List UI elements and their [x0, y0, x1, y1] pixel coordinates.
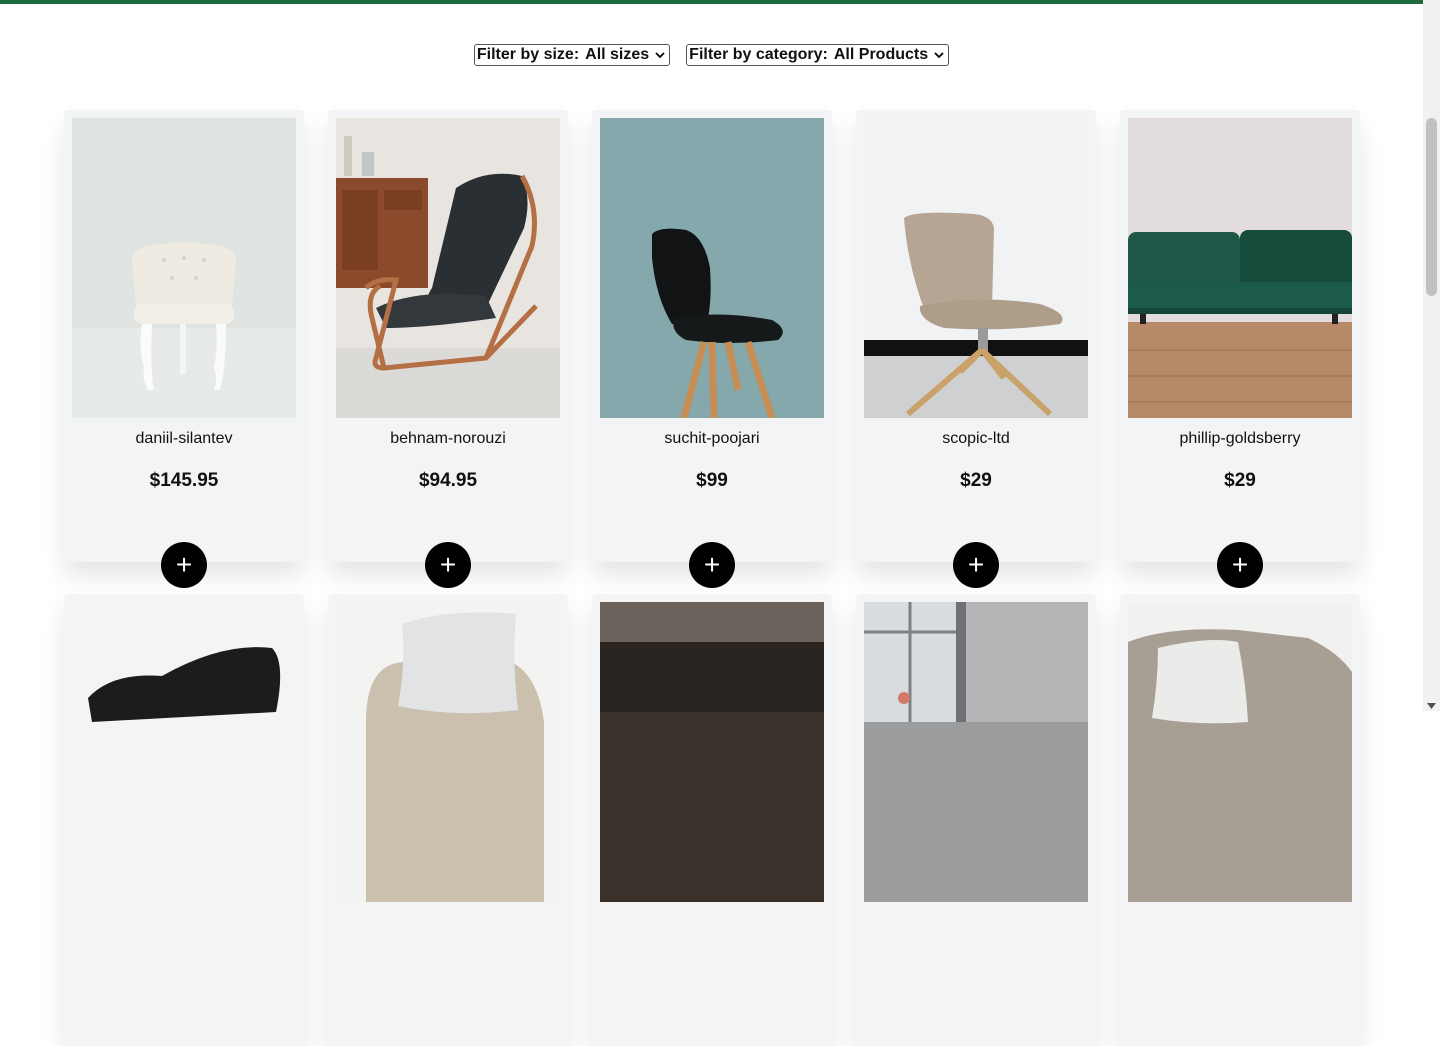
add-to-cart-button[interactable]: +: [953, 542, 999, 588]
add-to-cart-button[interactable]: +: [161, 542, 207, 588]
product-card[interactable]: suchit-poojari $99 +: [592, 110, 832, 588]
product-name: scopic-ltd: [942, 430, 1010, 447]
top-accent-bar: [0, 0, 1423, 4]
product-card[interactable]: [592, 594, 832, 1046]
category-filter-select[interactable]: Filter by category: All Products: [686, 44, 950, 66]
add-to-cart-button[interactable]: +: [689, 542, 735, 588]
product-card[interactable]: behnam-norouzi $94.95 +: [328, 110, 568, 588]
add-to-cart-button[interactable]: +: [425, 542, 471, 588]
product-name: daniil-silantev: [135, 430, 233, 447]
product-image[interactable]: [72, 118, 296, 418]
product-price: $145.95: [149, 470, 219, 491]
product-name: suchit-poojari: [664, 430, 760, 447]
size-filter-select[interactable]: Filter by size: All sizes: [473, 44, 671, 66]
scroll-down-arrow-icon[interactable]: [1427, 703, 1436, 709]
product-image[interactable]: [336, 118, 560, 418]
product-name: phillip-goldsberry: [1179, 430, 1301, 447]
product-card[interactable]: [64, 594, 304, 1046]
product-price: $94.95: [418, 470, 478, 491]
product-card[interactable]: [1120, 594, 1360, 1046]
product-card[interactable]: phillip-goldsberry $29 +: [1120, 110, 1360, 588]
product-image[interactable]: [1128, 602, 1352, 902]
scrollbar-thumb[interactable]: [1426, 118, 1437, 296]
chevron-down-icon: [934, 52, 944, 59]
product-image[interactable]: [1128, 118, 1352, 418]
vertical-scrollbar[interactable]: [1423, 0, 1440, 711]
product-image[interactable]: [864, 602, 1088, 902]
product-card[interactable]: daniil-silantev $145.95 +: [64, 110, 304, 588]
filter-bar: Filter by size: All sizes Filter by cate…: [0, 44, 1423, 66]
product-card[interactable]: [856, 594, 1096, 1046]
size-filter-value: All sizes: [585, 46, 650, 63]
product-price: $29: [1224, 470, 1256, 491]
add-to-cart-button[interactable]: +: [1217, 542, 1263, 588]
category-filter-label: Filter by category:: [689, 46, 828, 63]
product-name: behnam-norouzi: [390, 430, 506, 447]
product-image[interactable]: [72, 602, 296, 902]
product-image[interactable]: [600, 602, 824, 902]
product-grid: daniil-silantev $145.95 + behnam-norouzi…: [64, 110, 1360, 1046]
product-price: $29: [960, 470, 992, 491]
size-filter-label: Filter by size:: [476, 46, 580, 63]
category-filter-value: All Products: [833, 46, 929, 63]
product-price: $99: [696, 470, 728, 491]
product-image[interactable]: [864, 118, 1088, 418]
product-image[interactable]: [600, 118, 824, 418]
product-card[interactable]: scopic-ltd $29 +: [856, 110, 1096, 588]
product-card[interactable]: [328, 594, 568, 1046]
chevron-down-icon: [655, 52, 665, 59]
product-image[interactable]: [336, 602, 560, 902]
